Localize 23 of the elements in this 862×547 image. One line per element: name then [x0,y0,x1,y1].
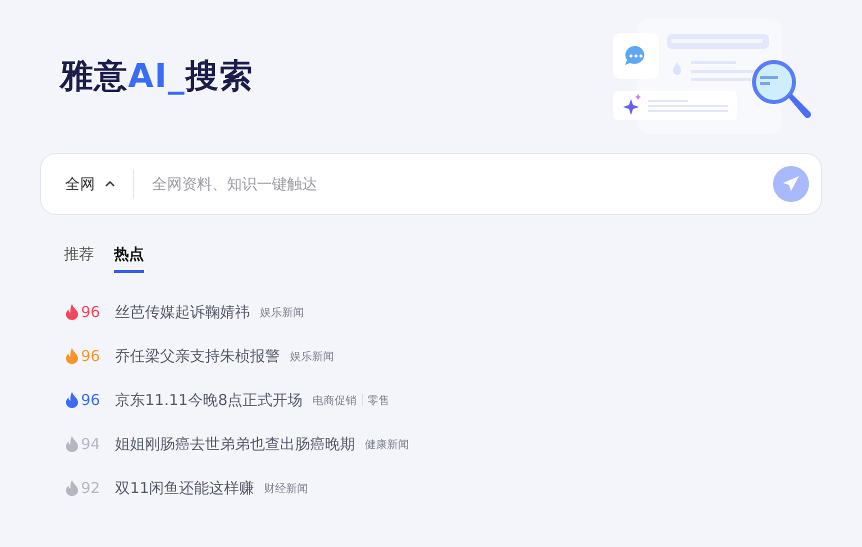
category-tag: 健康新闻 [365,436,409,452]
tab[interactable]: 推荐 [64,245,94,273]
category-tag: 娱乐新闻 [260,304,304,320]
news-headline[interactable]: 丝芭传媒起诉鞠婧祎 [115,302,250,322]
heat-score: 96 [81,303,102,321]
category-tag: 零售 [368,392,390,408]
heat-score: 96 [81,347,102,365]
search-bar[interactable]: 全网 全网资料、知识一键触达 [40,153,822,215]
scope-dropdown[interactable]: 全网 [65,174,133,194]
category-tag: 财经新闻 [264,480,308,496]
send-icon [782,175,800,193]
heat-score: 96 [81,391,102,409]
category-tag: 电商促销 [312,392,356,408]
heat-score: 92 [81,479,102,497]
news-headline[interactable]: 姐姐刚肠癌去世弟弟也查出肠癌晚期 [115,434,355,454]
news-headline[interactable]: 乔任梁父亲支持朱桢报警 [115,346,280,366]
tab[interactable]: 热点 [114,245,144,273]
news-headline[interactable]: 京东11.11今晚8点正式开场 [115,390,302,410]
app-title: 雅意AI_搜索 [60,55,254,97]
heat-score: 94 [81,435,102,453]
send-button[interactable] [773,166,809,202]
news-headline[interactable]: 双11闲鱼还能这样赚 [115,478,254,498]
category-tag: 娱乐新闻 [290,348,334,364]
